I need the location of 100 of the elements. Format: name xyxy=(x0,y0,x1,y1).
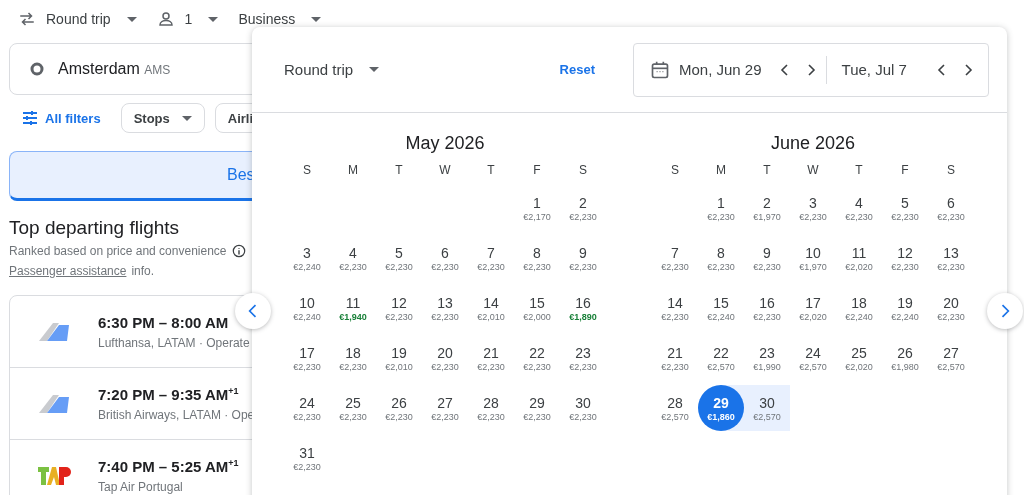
calendar-day[interactable]: 24 €2,230 xyxy=(284,385,330,431)
calendar-day[interactable]: 27 €2,230 xyxy=(422,385,468,431)
calendar-day[interactable]: 21 €2,230 xyxy=(468,335,514,381)
calendar-day[interactable]: 30 €2,570 xyxy=(744,385,790,431)
calendar-day[interactable]: 25 €2,020 xyxy=(836,335,882,381)
calendar-day[interactable]: 11 €1,940 xyxy=(330,285,376,331)
calendar-day[interactable]: 12 €2,230 xyxy=(376,285,422,331)
calendar-day[interactable]: 6 €2,230 xyxy=(928,185,974,231)
calendar-day[interactable]: 4 €2,230 xyxy=(330,235,376,281)
calendar-day[interactable]: 7 €2,230 xyxy=(652,235,698,281)
calendar-day[interactable]: 23 €1,990 xyxy=(744,335,790,381)
flight-times: 7:20 PM – 9:35 AM$^{+1}$ xyxy=(98,385,240,403)
weekday-label: T xyxy=(854,163,864,179)
calendar-day[interactable]: 20 €2,230 xyxy=(422,335,468,381)
airline-names: Tap Air Portugal xyxy=(98,479,184,494)
calendar-day[interactable]: 10 €2,240 xyxy=(284,285,330,331)
calendar-day[interactable]: 31 €2,230 xyxy=(284,435,330,481)
calendar-day[interactable]: 9 €2,230 xyxy=(560,235,606,281)
calendar-day[interactable]: 16 €1,890 xyxy=(560,285,606,331)
calendar-day[interactable]: 27 €2,570 xyxy=(928,335,974,381)
flight-times: 6:30 PM – 8:00 AM xyxy=(98,313,230,331)
calendar-day[interactable]: 13 €2,230 xyxy=(928,235,974,281)
chevron-left-icon xyxy=(935,63,948,76)
calendar-day[interactable]: 25 €2,230 xyxy=(330,385,376,431)
reset-button[interactable]: Reset xyxy=(559,62,595,77)
calendar-day[interactable]: 11 €2,020 xyxy=(836,235,882,281)
calendar-day[interactable]: 19 €2,240 xyxy=(882,285,928,331)
trip-type-dropdown[interactable]: Round trip xyxy=(284,61,380,78)
tail-fin-icon xyxy=(37,393,71,414)
calendar-day[interactable]: 14 €2,010 xyxy=(468,285,514,331)
cabin-class-dropdown[interactable]: Business xyxy=(238,4,322,34)
calendar-day[interactable]: 2 €1,970 xyxy=(744,185,790,231)
weekday-label: T xyxy=(762,163,772,179)
section-subtitle: Ranked based on price and convenience xyxy=(9,244,227,258)
calendar-day[interactable]: 28 €2,570 xyxy=(652,385,698,431)
calendar-day[interactable]: 5 €2,230 xyxy=(882,185,928,231)
calendar-day[interactable]: 2 €2,230 xyxy=(560,185,606,231)
calendar-day[interactable]: 22 €2,230 xyxy=(514,335,560,381)
calendar-day[interactable]: 4 €2,230 xyxy=(836,185,882,231)
calendar-day[interactable]: 18 €2,240 xyxy=(836,285,882,331)
calendar-day[interactable]: 7 €2,230 xyxy=(468,235,514,281)
weekday-label: S xyxy=(946,163,956,179)
filter-chip[interactable]: Stops xyxy=(120,103,205,133)
trip-type-dropdown[interactable]: Round trip xyxy=(18,4,137,34)
calendar-day[interactable]: 6 €2,230 xyxy=(422,235,468,281)
calendar-icon xyxy=(650,59,670,80)
date-range-field[interactable]: Mon, Jun 29 Tue, Jul 7 xyxy=(633,42,989,97)
info-icon xyxy=(231,244,246,258)
caret-icon xyxy=(208,16,219,22)
calendar-day[interactable]: 22 €2,570 xyxy=(698,335,744,381)
calendar-day[interactable]: 1 €2,170 xyxy=(514,185,560,231)
calendar-day[interactable]: 17 €2,020 xyxy=(790,285,836,331)
calendar-day[interactable]: 10 €1,970 xyxy=(790,235,836,281)
calendar-day[interactable]: 8 €2,230 xyxy=(514,235,560,281)
calendar-day[interactable]: 5 €2,230 xyxy=(376,235,422,281)
calendar-day[interactable]: 29 €2,230 xyxy=(514,385,560,431)
calendar-day[interactable]: 19 €2,010 xyxy=(376,335,422,381)
info-text: info. xyxy=(131,264,155,278)
all-filters-button[interactable]: All filters xyxy=(9,103,111,133)
calendar-day[interactable]: 30 €2,230 xyxy=(560,385,606,431)
calendar-day[interactable]: 1 €2,230 xyxy=(698,185,744,231)
airline-names: Lufthansa, LATAM · Operate xyxy=(98,335,250,350)
weekday-label: M xyxy=(347,163,359,179)
sliders-icon xyxy=(22,110,38,126)
calendar-day[interactable]: 28 €2,230 xyxy=(468,385,514,431)
caret-icon xyxy=(369,67,380,72)
calendar-day[interactable]: 20 €2,230 xyxy=(928,285,974,331)
caret-icon xyxy=(311,16,322,22)
calendar-day[interactable]: 16 €2,230 xyxy=(744,285,790,331)
calendar-day[interactable]: 24 €2,570 xyxy=(790,335,836,381)
calendar-day[interactable]: 3 €2,240 xyxy=(284,235,330,281)
passengers-dropdown[interactable]: 1 xyxy=(156,4,219,34)
calendar-day[interactable]: 23 €2,230 xyxy=(560,335,606,381)
calendar-day[interactable]: 29 €1,860 xyxy=(698,385,744,431)
weekday-label: T xyxy=(486,163,496,179)
flight-times: 7:40 PM – 5:25 AM$^{+1}$ xyxy=(98,457,239,475)
weekday-label: M xyxy=(715,163,727,179)
calendar-day[interactable]: 18 €2,230 xyxy=(330,335,376,381)
chevron-left-icon xyxy=(778,63,791,76)
calendar-day[interactable]: 17 €2,230 xyxy=(284,335,330,381)
calendar-day[interactable]: 9 €2,230 xyxy=(744,235,790,281)
calendar-day[interactable]: 13 €2,230 xyxy=(422,285,468,331)
calendar-day[interactable]: 26 €1,980 xyxy=(882,335,928,381)
passenger-assistance-link[interactable]: Passenger assistance xyxy=(9,264,127,278)
caret-icon xyxy=(181,115,192,121)
weekday-label: S xyxy=(670,163,680,179)
calendar-day[interactable]: 26 €2,230 xyxy=(376,385,422,431)
calendar-day[interactable]: 3 €2,230 xyxy=(790,185,836,231)
calendar-day[interactable]: 21 €2,230 xyxy=(652,335,698,381)
calendar-day[interactable]: 15 €2,240 xyxy=(698,285,744,331)
calendar-day[interactable]: 15 €2,000 xyxy=(514,285,560,331)
calendar-day[interactable]: 14 €2,230 xyxy=(652,285,698,331)
tail-fin-icon xyxy=(37,321,71,342)
weekday-label: F xyxy=(900,163,910,179)
caret-icon xyxy=(126,16,137,22)
calendar-day[interactable]: 8 €2,230 xyxy=(698,235,744,281)
calendar-day[interactable]: 12 €2,230 xyxy=(882,235,928,281)
weekday-label: W xyxy=(806,163,820,179)
airline-logo-icon xyxy=(37,464,71,487)
weekday-label: S xyxy=(302,163,312,179)
